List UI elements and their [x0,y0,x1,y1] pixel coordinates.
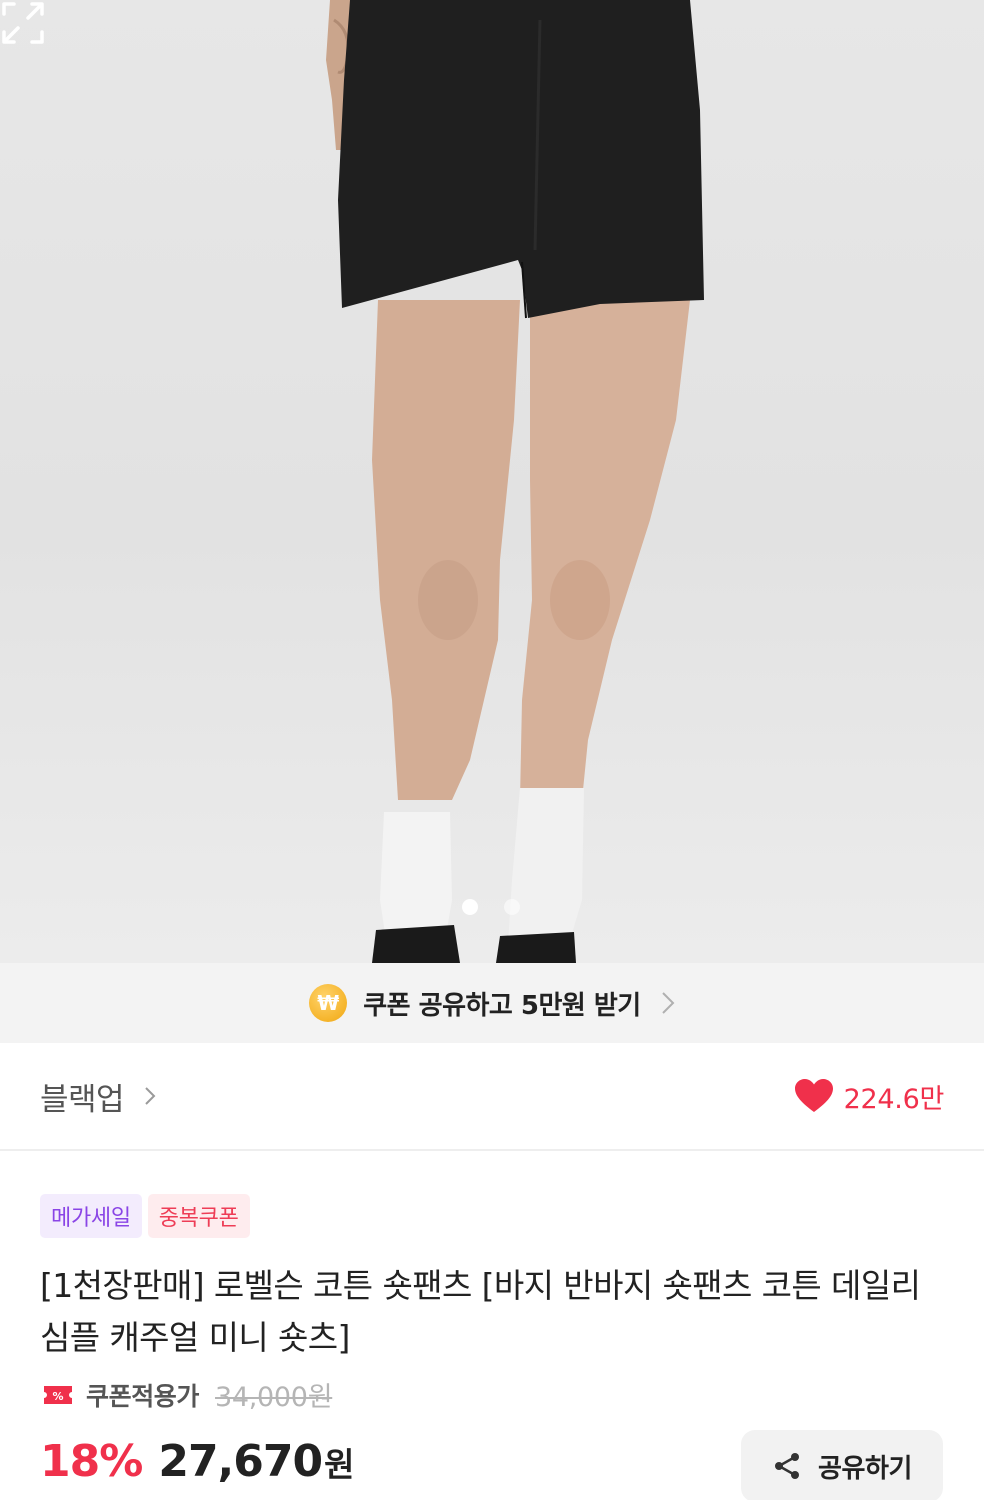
like-button[interactable]: 224.6만 [794,1077,944,1116]
brand-row: 블랙업 224.6만 [0,1043,984,1151]
gallery-dot[interactable] [504,899,520,915]
coupon-banner-text: 쿠폰 공유하고 5만원 받기 [363,990,641,1021]
chevron-right-icon [662,992,675,1014]
product-photo [326,0,704,963]
coupon-price-row: % 쿠폰적용가 34,000원 [42,1375,333,1414]
price-row: 18% 27,670 원 [40,1436,355,1487]
coupon-price-label: 쿠폰적용가 [86,1381,200,1411]
discount-rate: 18% [40,1436,143,1487]
won-coin-icon: ₩ [309,984,348,1022]
product-detail-page: ₩ 쿠폰 공유하고 5만원 받기 블랙업 224.6만 메가세일 중복쿠폰 [1… [0,0,984,1500]
share-icon [774,1453,799,1479]
product-image-gallery[interactable] [0,0,984,963]
gallery-dot-active[interactable] [462,899,478,915]
tag-mega-sale: 메가세일 [40,1194,142,1238]
gallery-pagination [462,899,520,915]
coupon-ticket-icon: % [44,1385,72,1404]
expand-icon[interactable] [0,0,46,46]
product-title: [1천장판매] 로벨슨 코튼 숏팬츠 [바지 반바지 숏팬츠 코튼 데일리 심플… [40,1266,921,1357]
heart-icon [794,1079,833,1112]
svg-text:%: % [52,1390,63,1403]
currency-unit: 원 [324,1445,355,1484]
product-tags: 메가세일 중복쿠폰 [40,1194,250,1238]
brand-name: 블랙업 [40,1081,125,1118]
brand-link[interactable]: 블랙업 [40,1074,156,1119]
sale-price: 27,670 [158,1436,323,1487]
chevron-right-icon [145,1087,156,1105]
tag-double-coupon: 중복쿠폰 [147,1194,250,1238]
original-price: 34,000원 [215,1382,333,1413]
like-count: 224.6만 [843,1083,945,1115]
share-label: 공유하기 [817,1453,913,1484]
share-button[interactable]: 공유하기 [741,1430,943,1500]
coupon-share-banner[interactable]: ₩ 쿠폰 공유하고 5만원 받기 [0,963,984,1043]
